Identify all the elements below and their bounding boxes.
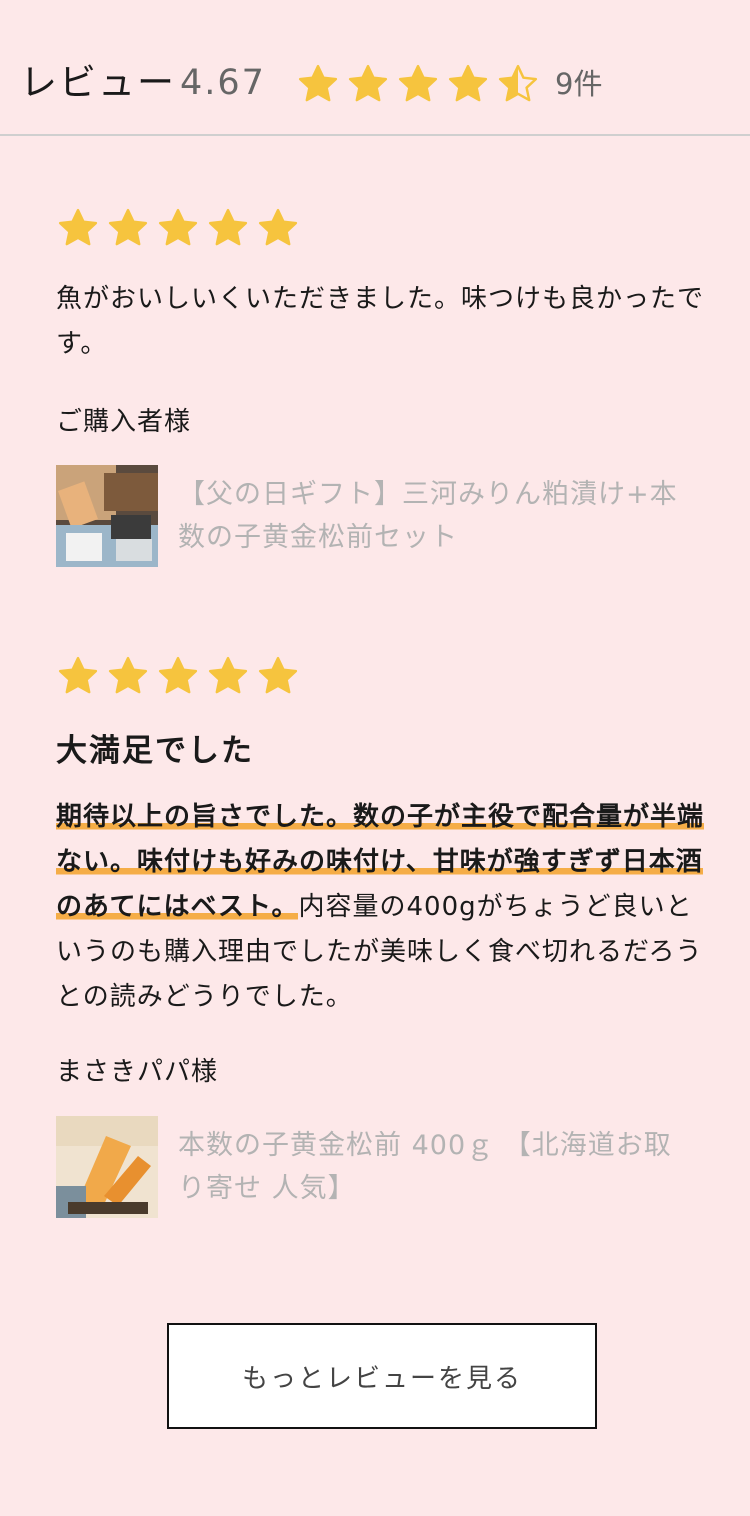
- star-full-icon: [158, 656, 198, 694]
- star-full-icon: [448, 64, 488, 102]
- star-full-icon: [58, 208, 98, 246]
- review-1-product-link[interactable]: 【父の日ギフト】三河みりん粕漬け+本数の子黄金松前セット: [56, 465, 688, 567]
- star-full-icon: [158, 208, 198, 246]
- star-full-icon: [348, 64, 388, 102]
- review-heading: レビュー: [20, 61, 176, 104]
- star-full-icon: [108, 656, 148, 694]
- review-1-product-title[interactable]: 【父の日ギフト】三河みりん粕漬け+本数の子黄金松前セット: [178, 473, 688, 567]
- product-thumbnail-icon[interactable]: [56, 465, 158, 567]
- review-2-reviewer-name: まさきパパ様: [56, 1057, 219, 1087]
- average-score: 4.67: [180, 63, 266, 103]
- review-1-body: 魚がおいしいくいただきました。味つけも良かったです。: [56, 284, 705, 359]
- star-full-icon: [258, 208, 298, 246]
- star-full-icon: [298, 64, 338, 102]
- review-header: レビュー 4.67 9件: [0, 0, 750, 136]
- average-rating-stars: [297, 63, 547, 105]
- review-2-rating-stars: [57, 655, 307, 697]
- review-2-product-link[interactable]: 本数の子黄金松前 400ｇ 【北海道お取り寄せ 人気】: [56, 1116, 688, 1218]
- star-full-icon: [208, 656, 248, 694]
- star-full-icon: [208, 208, 248, 246]
- star-full-icon: [398, 64, 438, 102]
- star-full-icon: [108, 208, 148, 246]
- review-1-rating-stars: [57, 207, 307, 249]
- product-thumbnail-icon[interactable]: [56, 1116, 158, 1218]
- more-reviews-button[interactable]: もっとレビューを見る: [167, 1323, 597, 1429]
- star-full-icon: [258, 656, 298, 694]
- star-full-icon: [58, 656, 98, 694]
- review-count: 9件: [555, 67, 603, 101]
- review-2-body: 期待以上の旨さでした。数の子が主役で配合量が半端ない。味付けも好みの味付け、甘味…: [56, 795, 706, 1020]
- review-1-reviewer-name: ご購入者様: [56, 407, 192, 437]
- star-half-icon: [498, 64, 538, 102]
- review-2-product-title[interactable]: 本数の子黄金松前 400ｇ 【北海道お取り寄せ 人気】: [178, 1124, 688, 1218]
- review-2-title: 大満足でした: [56, 733, 254, 769]
